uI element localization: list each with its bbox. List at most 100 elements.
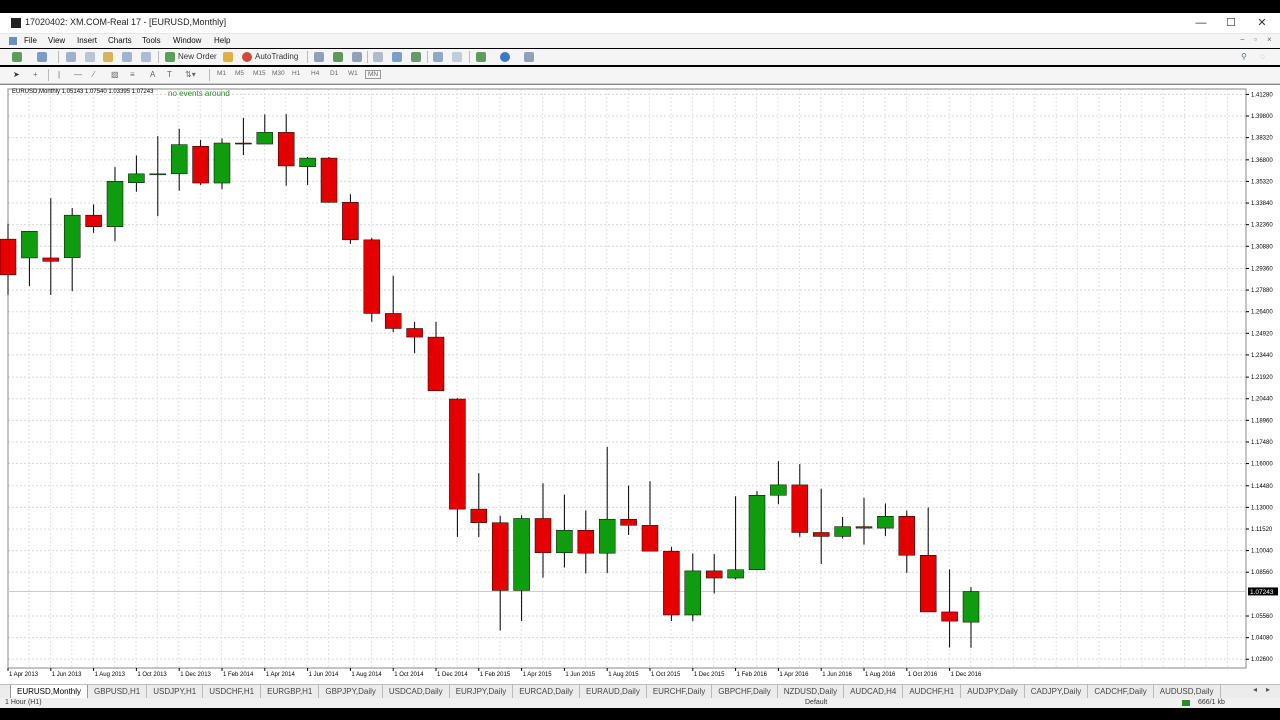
menu-file[interactable]: File <box>24 36 37 45</box>
line-chart-icon[interactable] <box>352 52 362 62</box>
templates-icon[interactable] <box>524 52 534 62</box>
chart-tab[interactable]: EURCAD,Daily <box>513 685 581 698</box>
market-watch-icon[interactable] <box>66 52 76 62</box>
y-tick-label: 1.16000 <box>1251 462 1273 468</box>
maximize-button[interactable]: ☐ <box>1221 15 1241 31</box>
chart-tab[interactable]: GBPCHF,Daily <box>712 685 778 698</box>
minimize-button[interactable]: — <box>1191 15 1211 31</box>
toolbar-separator <box>367 51 368 63</box>
autotrading-icon[interactable] <box>242 52 252 62</box>
menu-help[interactable]: Help <box>214 36 230 45</box>
candlesticks-icon[interactable] <box>333 52 343 62</box>
chart-tab[interactable]: CADCHF,Daily <box>1088 685 1154 698</box>
terminal-icon[interactable] <box>122 52 132 62</box>
toolbar-separator <box>469 51 470 63</box>
chart-tab[interactable]: EURJPY,Daily <box>450 685 514 698</box>
candle-body <box>449 398 466 510</box>
autotrading-button[interactable]: AutoTrading <box>255 51 298 63</box>
new-chart-icon[interactable] <box>12 52 22 62</box>
menu-charts[interactable]: Charts <box>108 36 132 45</box>
channel-icon[interactable]: ▨ <box>111 69 119 81</box>
status-timeframe: 1 Hour (H1) <box>5 699 42 706</box>
cursor-icon[interactable]: ➤ <box>13 69 20 81</box>
chart-tab[interactable]: GBPJPY,Daily <box>319 685 383 698</box>
menu-window[interactable]: Window <box>173 36 201 45</box>
timeframe-m15[interactable]: M15 <box>253 70 266 77</box>
candle-body <box>962 591 980 623</box>
crosshair-icon[interactable]: + <box>33 69 38 81</box>
chart-tab[interactable]: AUDUSD,Daily <box>1154 685 1221 698</box>
data-window-icon[interactable] <box>85 52 95 62</box>
y-tick-label: 1.18960 <box>1251 418 1273 424</box>
chart-tab[interactable]: EURCHF,Daily <box>647 685 713 698</box>
mdi-close-icon[interactable]: × <box>1267 35 1272 44</box>
toolbar-separator <box>158 51 159 63</box>
horizontal-line-icon[interactable]: — <box>74 69 82 81</box>
indicators-icon[interactable] <box>476 52 486 62</box>
text-label-icon[interactable]: T <box>167 69 172 81</box>
search-icon[interactable]: ⚲ <box>1241 51 1247 63</box>
candle-body <box>384 313 402 329</box>
chart-tab[interactable]: USDJPY,H1 <box>147 685 204 698</box>
mdi-minimize-icon[interactable]: − <box>1240 35 1245 44</box>
chart-tab[interactable]: EURAUD,Daily <box>580 685 647 698</box>
chart-window[interactable]: 1.41280 1.39800 1.38320 1.36800 1.35320 1.338… <box>0 84 1280 685</box>
menu-view[interactable]: View <box>48 36 65 45</box>
chart-tab[interactable]: GBPUSD,H1 <box>88 685 148 698</box>
candlestick-chart[interactable]: 1.41280 1.39800 1.38320 1.36800 1.35320 1.338… <box>0 85 1280 685</box>
candle-body <box>855 526 873 529</box>
tester-icon[interactable] <box>141 52 151 62</box>
x-tick-label: 1 Oct 2013 <box>137 672 167 678</box>
chart-tab[interactable]: EURUSD,Monthly <box>10 685 89 699</box>
menu-tools[interactable]: Tools <box>142 36 161 45</box>
profiles-icon[interactable] <box>37 52 47 62</box>
x-tick-label: 1 Jun 2016 <box>822 672 852 678</box>
timeframe-w1[interactable]: W1 <box>348 70 358 77</box>
timeframe-mn[interactable]: MN <box>365 70 382 79</box>
timeframe-m30[interactable]: M30 <box>272 70 285 77</box>
tile-windows-icon[interactable] <box>411 52 421 62</box>
x-tick-label: 1 Feb 2014 <box>223 672 254 678</box>
y-tick-label: 1.10040 <box>1251 549 1273 555</box>
vertical-line-icon[interactable]: | <box>58 69 60 81</box>
bar-chart-icon[interactable] <box>314 52 324 62</box>
periods-icon[interactable] <box>500 52 510 62</box>
tabs-scroll-right-icon[interactable]: ▸ <box>1266 685 1270 694</box>
text-icon[interactable]: A <box>150 69 155 81</box>
new-order-icon[interactable] <box>165 52 175 62</box>
timeframe-h1[interactable]: H1 <box>292 70 300 77</box>
meta-editor-icon[interactable] <box>223 52 233 62</box>
menu-insert[interactable]: Insert <box>77 36 97 45</box>
chart-tab[interactable]: NZDUSD,Daily <box>778 685 845 698</box>
chart-tab[interactable]: USDCHF,H1 <box>203 685 262 698</box>
arrows-dropdown-icon[interactable]: ⇅▾ <box>185 69 196 81</box>
zoom-in-icon[interactable] <box>373 52 383 62</box>
chart-tab[interactable]: USDCAD,Daily <box>383 685 450 698</box>
timeframe-h4[interactable]: H4 <box>311 70 319 77</box>
y-tick-label: 1.20440 <box>1251 397 1273 403</box>
close-button[interactable]: ✕ <box>1252 15 1272 31</box>
timeframe-m1[interactable]: M1 <box>217 70 226 77</box>
chart-tab[interactable]: EURGBP,H1 <box>261 685 320 698</box>
new-order-button[interactable]: New Order <box>178 51 217 63</box>
fibonacci-icon[interactable]: ≡ <box>130 69 135 81</box>
x-tick-label: 1 Jun 2015 <box>565 672 595 678</box>
zoom-out-icon[interactable] <box>392 52 402 62</box>
timeframe-m5[interactable]: M5 <box>235 70 244 77</box>
candle-body <box>256 132 274 145</box>
line-studies-toolbar: ➤ + | — ⁄ ▨ ≡ A T ⇅▾ M1 M5 M15 M30 H1 H4… <box>0 67 1280 84</box>
tabs-scroll-left-icon[interactable]: ◂ <box>1253 685 1257 694</box>
auto-scroll-icon[interactable] <box>433 52 443 62</box>
navigator-icon[interactable] <box>103 52 113 62</box>
trendline-icon[interactable]: ⁄ <box>93 69 94 81</box>
chart-tab[interactable]: AUDJPY,Daily <box>961 685 1025 698</box>
chat-icon[interactable]: ◌ <box>1260 51 1265 63</box>
y-tick-label: 1.36800 <box>1251 158 1273 164</box>
chart-tab[interactable]: CADJPY,Daily <box>1025 685 1089 698</box>
mdi-restore-icon[interactable]: ▫ <box>1254 35 1257 44</box>
chart-tab[interactable]: AUDCAD,H4 <box>844 685 904 698</box>
chart-tab[interactable]: AUDCHF,H1 <box>903 685 962 698</box>
timeframe-d1[interactable]: D1 <box>330 70 338 77</box>
chart-shift-icon[interactable] <box>452 52 462 62</box>
x-tick-label: 1 Apr 2013 <box>9 672 39 678</box>
